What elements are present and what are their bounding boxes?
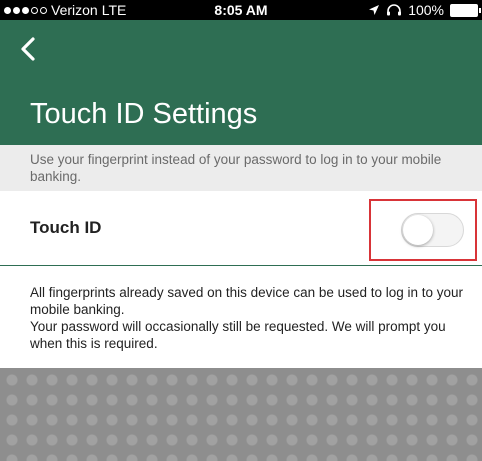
location-arrow-icon (369, 5, 380, 15)
battery-percentage: 100% (408, 2, 444, 18)
touch-id-row: Touch ID (0, 191, 482, 266)
chevron-left-icon (21, 37, 35, 61)
info-text-password: Your password will occasionally still be… (30, 319, 446, 351)
toggle-knob (403, 215, 433, 245)
background-pattern (0, 368, 482, 461)
info-text-fingerprints: All fingerprints already saved on this d… (30, 285, 464, 317)
page-title: Touch ID Settings (30, 98, 258, 130)
headphones-icon (387, 4, 402, 16)
description-text: Use your fingerprint instead of your pas… (30, 152, 442, 184)
info-section: All fingerprints already saved on this d… (30, 284, 466, 352)
battery-icon (450, 3, 481, 17)
page-header: Touch ID Settings (0, 20, 482, 145)
back-button[interactable] (14, 34, 44, 64)
status-right: 100% (368, 2, 481, 18)
touch-id-label: Touch ID (30, 218, 102, 237)
touch-id-toggle[interactable] (401, 213, 464, 247)
description-banner: Use your fingerprint instead of your pas… (0, 145, 482, 191)
status-bar: Verizon LTE 8:05 AM 100% (0, 0, 482, 20)
